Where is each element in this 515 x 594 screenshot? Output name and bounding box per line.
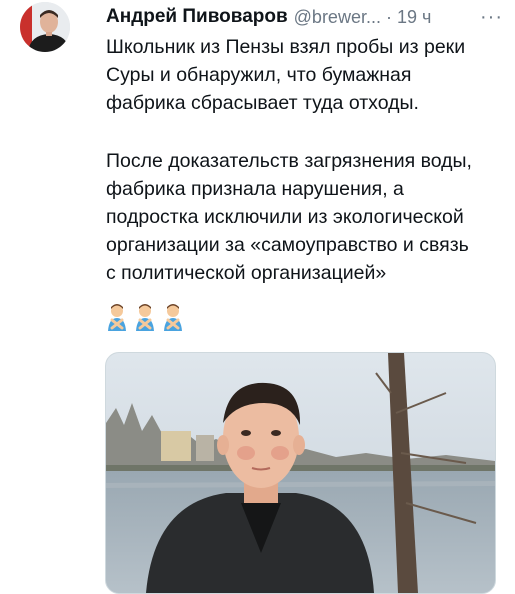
- photo-illustration: [106, 353, 495, 593]
- avatar-image: [20, 2, 70, 52]
- author-name[interactable]: Андрей Пивоваров: [106, 6, 288, 28]
- tweet-text-paragraph-2: После доказательств загрязнения воды, фа…: [106, 150, 472, 284]
- man-gesturing-no-icon: [164, 304, 182, 331]
- timestamp[interactable]: 19 ч: [397, 7, 431, 28]
- man-gesturing-no-icon: [108, 304, 126, 331]
- man-gesturing-no-icon: [136, 304, 154, 331]
- tweet-header: Андрей Пивоваров @brewer... · 19 ч ···: [106, 4, 503, 30]
- tweet-text-paragraph-1: Школьник из Пензы взял пробы из реки Сур…: [106, 36, 466, 114]
- more-options-icon[interactable]: ···: [480, 4, 503, 30]
- emoji-row: [106, 303, 184, 331]
- separator-dot: ·: [385, 6, 392, 27]
- author-handle[interactable]: @brewer...: [294, 7, 381, 28]
- avatar[interactable]: [20, 2, 70, 52]
- tweet-media-photo[interactable]: [105, 352, 496, 594]
